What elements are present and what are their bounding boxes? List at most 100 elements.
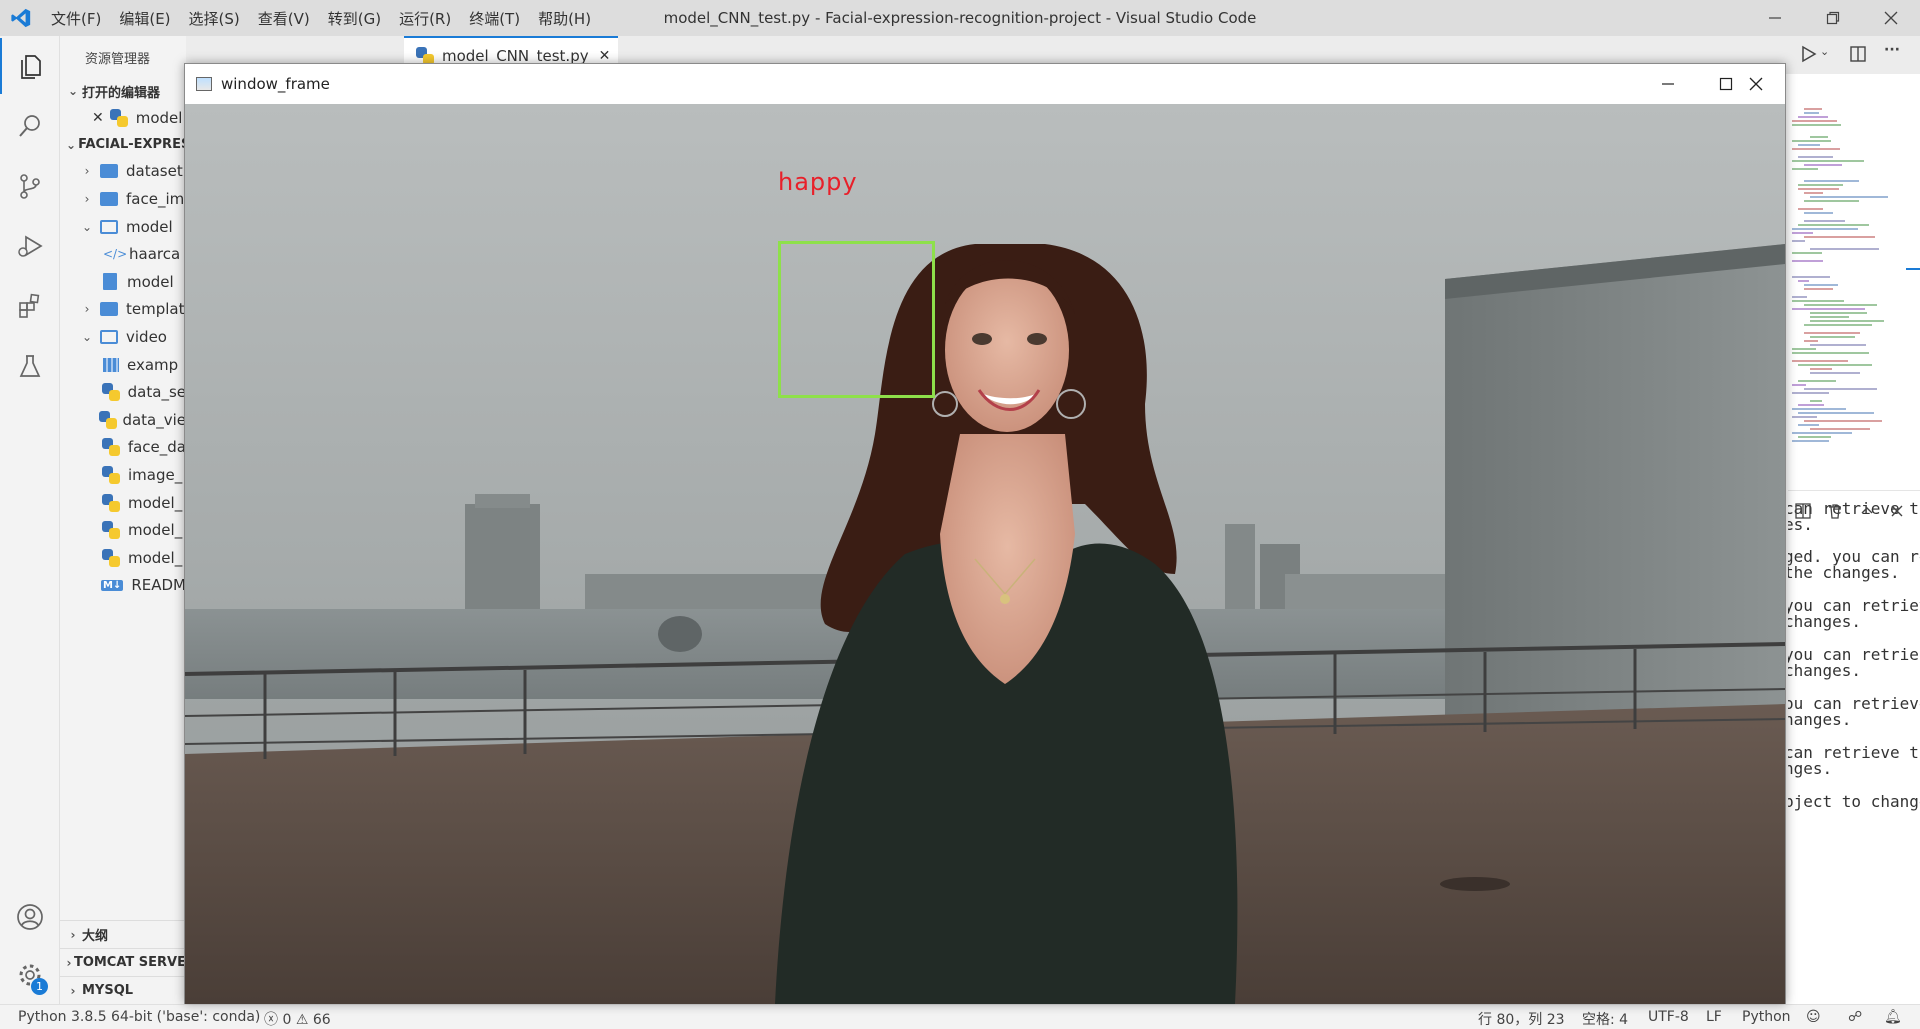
minimap-line: [1792, 232, 1813, 234]
file-tree-item[interactable]: › face_im: [60, 185, 186, 213]
language-mode[interactable]: Python: [1742, 1009, 1791, 1025]
tomcat-label: TOMCAT SERVE: [73, 955, 186, 970]
file-tree-item[interactable]: model_: [60, 544, 186, 572]
split-editor-icon[interactable]: [1848, 44, 1868, 68]
source-control-icon[interactable]: [0, 158, 60, 214]
open-editor-item[interactable]: ✕ model: [60, 104, 186, 132]
kill-terminal-trash-icon[interactable]: [1826, 502, 1844, 524]
minimize-button[interactable]: [1746, 0, 1804, 36]
run-debug-icon[interactable]: [0, 218, 60, 274]
minimap-line: [1804, 388, 1877, 390]
open-editors-section[interactable]: ⌄ 打开的编辑器: [60, 78, 186, 104]
menu-edit[interactable]: 编辑(E): [110, 8, 179, 29]
close-icon[interactable]: ✕: [92, 110, 104, 126]
run-file-icon[interactable]: [1798, 44, 1818, 68]
menu-bar: 文件(F) 编辑(E) 选择(S) 查看(V) 转到(G) 运行(R) 终端(T…: [42, 0, 600, 36]
restore-button[interactable]: [1804, 0, 1862, 36]
menu-run[interactable]: 运行(R): [390, 8, 460, 29]
file-tree-item[interactable]: image_: [60, 461, 186, 489]
maximize-panel-chevron-up-icon[interactable]: [1858, 502, 1876, 524]
file-tree-item[interactable]: model_: [60, 489, 186, 517]
minimap-line: [1798, 436, 1832, 438]
testing-flask-icon[interactable]: [0, 338, 60, 394]
cv-minimize-button[interactable]: [1639, 64, 1697, 104]
outline-section[interactable]: › 大纲: [60, 920, 186, 948]
chevron-down-icon: ⌄: [67, 84, 79, 98]
file-tree-item[interactable]: data_vie: [60, 406, 186, 434]
minimap-line: [1810, 344, 1867, 346]
file-tree-item[interactable]: face_da: [60, 434, 186, 462]
project-label: FACIAL-EXPRES: [78, 137, 186, 153]
project-section[interactable]: ⌄ FACIAL-EXPRES: [60, 132, 186, 158]
tomcat-section[interactable]: › TOMCAT SERVE: [60, 948, 186, 976]
file-tree-item[interactable]: › dataset: [60, 158, 186, 186]
file-tree-item[interactable]: › templat: [60, 296, 186, 324]
file-tree-item[interactable]: data_se: [60, 378, 186, 406]
minimap-line: [1810, 196, 1888, 198]
menu-file[interactable]: 文件(F): [42, 8, 110, 29]
menu-view[interactable]: 查看(V): [249, 8, 319, 29]
explorer-icon[interactable]: [0, 38, 60, 94]
notifications-bell-icon[interactable]: 🔔︎: [1884, 1009, 1902, 1025]
search-icon[interactable]: [0, 98, 60, 154]
cv-close-button[interactable]: [1727, 64, 1785, 104]
python-file-icon: [101, 438, 120, 457]
minimap-line: [1810, 428, 1870, 430]
menu-go[interactable]: 转到(G): [319, 8, 390, 29]
minimap-line: [1798, 208, 1824, 210]
minimap-line: [1798, 224, 1870, 226]
minimap-line: [1810, 320, 1885, 322]
chevron-right-icon: ›: [70, 983, 76, 998]
python-interpreter[interactable]: Python 3.8.5 64-bit ('base': conda): [18, 1009, 260, 1025]
minimap-line: [1792, 440, 1830, 442]
file-tree-item[interactable]: ⌄ model: [60, 213, 186, 241]
cv-window-titlebar[interactable]: window_frame: [185, 64, 1785, 104]
close-tab-icon[interactable]: ✕: [599, 48, 611, 64]
minimap-line: [1810, 136, 1829, 138]
file-tree-item[interactable]: model: [60, 268, 186, 296]
file-tree-item[interactable]: </> haarca: [60, 240, 186, 268]
cv-window[interactable]: window_frame happy: [184, 63, 1786, 1004]
terminal-line: hanges.: [1788, 710, 1852, 729]
minimap-line: [1804, 212, 1833, 214]
close-window-button[interactable]: [1862, 0, 1920, 36]
minimap-line: [1792, 384, 1807, 386]
problems-indicator[interactable]: ⓧ 0 ⚠ 66: [264, 1009, 331, 1029]
minimap-line: [1792, 432, 1852, 434]
encoding[interactable]: UTF-8: [1648, 1009, 1689, 1025]
mysql-section[interactable]: › MYSQL: [60, 976, 186, 1004]
menu-selection[interactable]: 选择(S): [180, 8, 249, 29]
feedback-icon[interactable]: ☍: [1848, 1009, 1862, 1025]
python-file-icon: [102, 465, 120, 484]
indentation[interactable]: 空格: 4: [1582, 1009, 1628, 1029]
live-share-icon[interactable]: ☺: [1806, 1009, 1821, 1025]
accounts-icon[interactable]: [0, 889, 60, 945]
manage-gear-icon[interactable]: 1: [0, 947, 60, 1003]
video-frame: happy: [185, 104, 1785, 1004]
minimap-line: [1804, 200, 1859, 202]
minimap-line: [1792, 124, 1842, 126]
file-tree-item[interactable]: examp: [60, 351, 186, 379]
minimap-line: [1792, 348, 1816, 350]
extensions-icon[interactable]: [0, 278, 60, 334]
terminal-panel: can retrieve thees.ged. you can rethe ch…: [1788, 490, 1920, 1004]
split-terminal-icon[interactable]: [1794, 502, 1812, 524]
status-bar: Python 3.8.5 64-bit ('base': conda) ⓧ 0 …: [0, 1004, 1920, 1029]
file-tree-item[interactable]: model_: [60, 516, 186, 544]
run-dropdown-chevron-icon[interactable]: ⌄: [1820, 45, 1829, 58]
file-tree-item[interactable]: ⌄ video: [60, 323, 186, 351]
menu-terminal[interactable]: 终端(T): [460, 8, 529, 29]
close-panel-icon[interactable]: [1888, 502, 1906, 524]
file-tree-item[interactable]: M↓ READM: [60, 572, 186, 600]
end-of-line[interactable]: LF: [1706, 1009, 1722, 1025]
editor-more-icon[interactable]: ···: [1884, 42, 1900, 58]
folder-icon: [100, 219, 118, 234]
mysql-label: MYSQL: [82, 983, 134, 998]
folder-icon: [100, 329, 118, 344]
minimap-line: [1804, 108, 1823, 110]
cursor-position[interactable]: 行 80，列 23: [1478, 1009, 1565, 1029]
update-badge: 1: [31, 978, 48, 995]
chevron-right-icon: ›: [84, 191, 90, 206]
minimap-line: [1798, 184, 1843, 186]
menu-help[interactable]: 帮助(H): [529, 8, 600, 29]
